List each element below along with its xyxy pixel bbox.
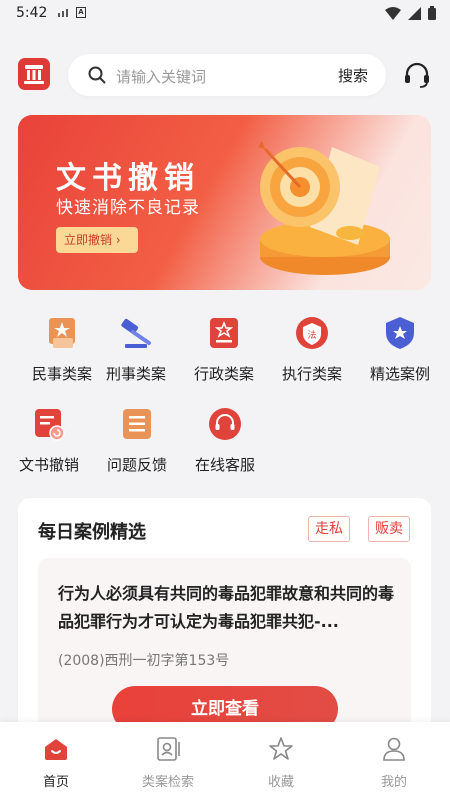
banner-subtitle: 快速消除不良记录 xyxy=(56,198,200,218)
menu-label: 执行类案 xyxy=(281,365,342,383)
enforcement-case-icon: 法 xyxy=(296,317,328,349)
search-bar[interactable]: 请输入关键词 搜索 xyxy=(68,54,386,96)
menu-label: 在线客服 xyxy=(194,456,255,474)
user-icon xyxy=(383,737,405,761)
home-icon xyxy=(45,739,67,760)
search-icon xyxy=(88,66,106,84)
tag-trafficking[interactable]: 贩卖 xyxy=(368,516,410,542)
tab-case-search[interactable]: 类案检索 xyxy=(113,722,223,801)
tab-label: 收藏 xyxy=(267,775,294,790)
criminal-case-gavel-icon xyxy=(121,318,151,348)
bottom-tab-bar: 首页 类案检索 收藏 我的 xyxy=(0,722,450,801)
document-revoke-icon xyxy=(35,409,65,441)
battery-icon xyxy=(428,6,436,20)
search-input[interactable]: 请输入关键词 xyxy=(116,66,206,87)
menu-criminal-case[interactable]: 刑事类案 xyxy=(91,316,181,396)
search-button[interactable]: 搜索 xyxy=(338,65,368,86)
status-indicators xyxy=(385,6,436,20)
menu-featured-case[interactable]: 精选案例 xyxy=(355,316,445,396)
tab-profile[interactable]: 我的 xyxy=(339,722,449,801)
headset-icon[interactable] xyxy=(402,60,432,90)
daily-section-title: 每日案例精选 xyxy=(38,522,146,543)
administrative-case-icon xyxy=(210,318,238,348)
menu-label: 刑事类案 xyxy=(105,365,166,383)
menu-enforcement-case[interactable]: 法 执行类案 xyxy=(267,316,357,396)
tab-label: 我的 xyxy=(380,775,407,790)
menu-label: 文书撤销 xyxy=(18,456,79,474)
menu-administrative-case[interactable]: 行政类案 xyxy=(179,316,269,396)
svg-text:法: 法 xyxy=(307,329,316,341)
online-service-icon xyxy=(209,408,241,440)
daily-case-card: 每日案例精选 走私 贩卖 行为人必须具有共同的毒品犯罪故意和共同的毒品犯罪行为才… xyxy=(18,498,431,758)
featured-case-shield-icon xyxy=(386,317,414,349)
tab-label: 首页 xyxy=(42,775,69,790)
civil-case-icon xyxy=(49,318,75,348)
case-title: 行为人必须具有共同的毒品犯罪故意和共同的毒品犯罪行为才可认定为毒品犯罪共犯-..… xyxy=(58,584,395,631)
menu-feedback[interactable]: 问题反馈 xyxy=(92,407,182,487)
banner-revoke-button[interactable]: 立即撤销 › xyxy=(56,227,138,253)
tab-home[interactable]: 首页 xyxy=(1,722,111,801)
menu-label: 行政类案 xyxy=(193,365,254,383)
promo-banner[interactable]: 文书撤销 快速消除不良记录 立即撤销 › xyxy=(18,115,431,290)
feedback-icon xyxy=(123,409,151,439)
status-bar: 5:42 A xyxy=(0,0,450,28)
court-logo-icon xyxy=(24,65,44,84)
target-illustration-icon xyxy=(258,141,390,275)
case-search-icon xyxy=(157,737,180,761)
app-logo xyxy=(18,58,50,90)
tab-favorites[interactable]: 收藏 xyxy=(226,722,336,801)
a-notification-icon: A xyxy=(76,7,86,18)
menu-label: 精选案例 xyxy=(369,365,430,383)
status-time: 5:42 xyxy=(16,5,48,21)
menu-label: 问题反馈 xyxy=(106,456,167,474)
signal-notification-icon xyxy=(58,9,68,17)
tab-label: 类案检索 xyxy=(141,775,194,790)
menu-online-service[interactable]: 在线客服 xyxy=(180,407,270,487)
case-number: (2008)西刑一初字第153号 xyxy=(58,653,230,669)
tag-smuggling[interactable]: 走私 xyxy=(308,516,350,542)
cell-signal-icon xyxy=(408,6,421,20)
wifi-icon xyxy=(385,6,401,20)
star-icon xyxy=(269,737,293,760)
menu-document-revoke[interactable]: 文书撤销 xyxy=(4,407,94,487)
banner-title: 文书撤销 xyxy=(56,161,200,196)
